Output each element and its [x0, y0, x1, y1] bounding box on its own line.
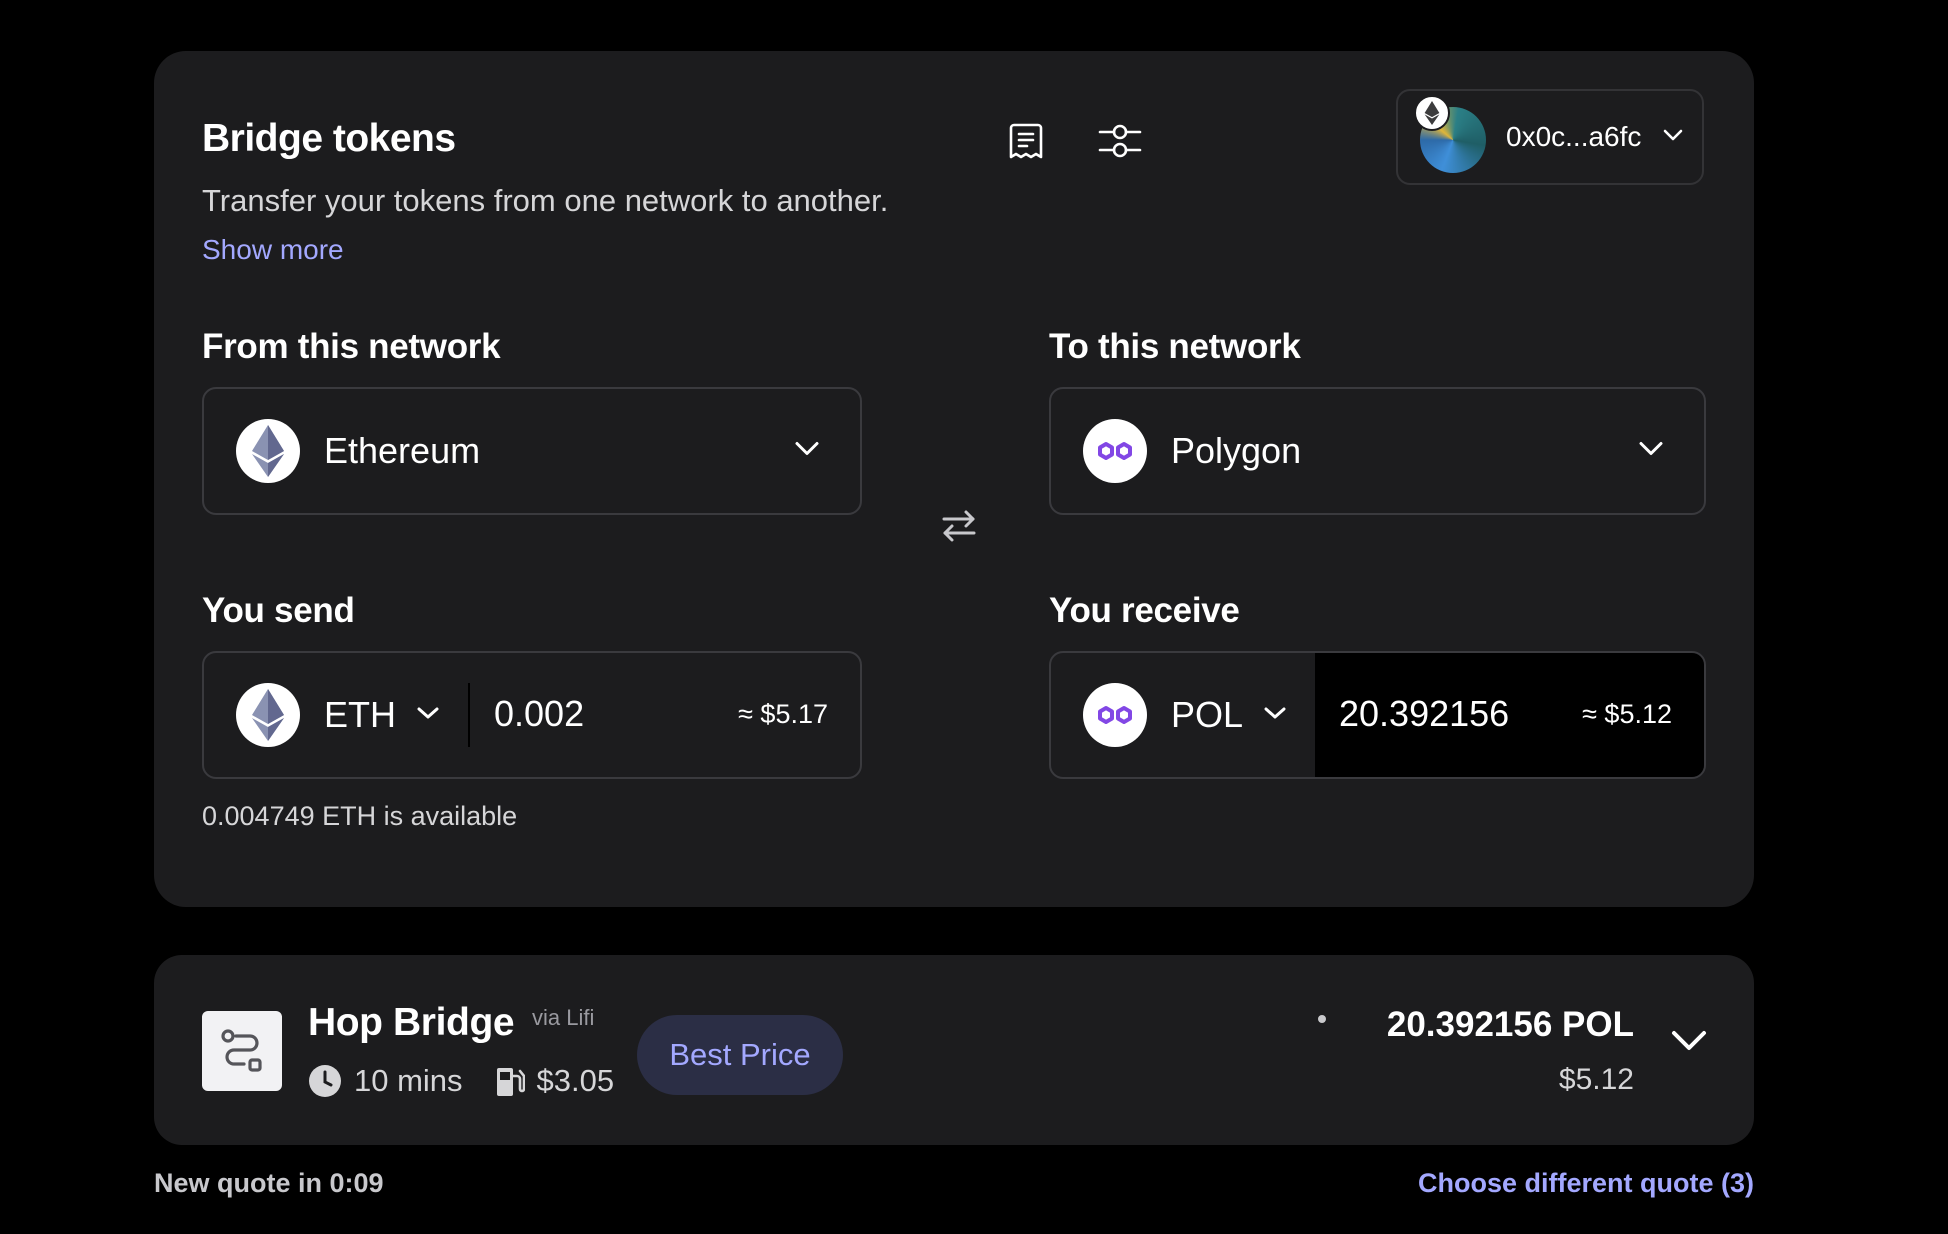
- page-subtitle: Transfer your tokens from one network to…: [202, 183, 889, 218]
- receive-usd-value: ≈ $5.12: [1582, 699, 1672, 729]
- gas-fee: $3.05: [536, 1063, 615, 1098]
- bridge-card: Bridge tokens Transfer your tokens from …: [154, 51, 1754, 907]
- receive-token-symbol: POL: [1171, 694, 1244, 735]
- quote-usd: $5.12: [1558, 1063, 1634, 1096]
- settings-sliders-icon[interactable]: [1094, 115, 1146, 167]
- receive-amount-field: 20.392156 ≈ $5.12: [1315, 653, 1704, 777]
- receive-amount-box: POL 20.392156 ≈ $5.12: [1049, 651, 1706, 779]
- ethereum-icon: [1414, 95, 1450, 131]
- chevron-down-icon: [1663, 128, 1683, 146]
- best-price-badge: Best Price: [637, 1015, 843, 1095]
- gas-pump-icon: [495, 1064, 525, 1098]
- available-balance: 0.004749 ETH is available: [202, 801, 518, 831]
- polygon-icon: [1083, 419, 1147, 483]
- chevron-down-icon: [1263, 706, 1287, 725]
- from-network-label: From this network: [202, 327, 501, 366]
- clock-icon: [308, 1064, 342, 1098]
- send-token-symbol: ETH: [324, 694, 396, 735]
- send-usd-value: ≈ $5.17: [738, 699, 828, 729]
- bridge-name: Hop Bridge: [308, 1001, 515, 1044]
- status-dot: [1318, 1015, 1326, 1023]
- send-amount-input[interactable]: 0.002: [494, 693, 584, 735]
- choose-different-quote-link[interactable]: Choose different quote (3): [1418, 1168, 1754, 1199]
- from-network-name: Ethereum: [324, 430, 481, 471]
- chevron-down-icon: [794, 441, 820, 462]
- quote-card[interactable]: Hop Bridge via Lifi 10 mins $3.05 Best P…: [154, 955, 1754, 1145]
- receive-token-select[interactable]: POL: [1083, 683, 1287, 747]
- send-amount-box: ETH 0.002 ≈ $5.17: [202, 651, 862, 779]
- page-title: Bridge tokens: [202, 117, 456, 160]
- to-network-label: To this network: [1049, 327, 1301, 366]
- receive-label: You receive: [1049, 591, 1240, 630]
- avatar: [1414, 95, 1498, 179]
- quote-meta: 10 mins $3.05: [308, 1063, 614, 1099]
- divider: [468, 683, 470, 747]
- new-quote-timer: New quote in 0:09: [154, 1168, 384, 1198]
- send-label: You send: [202, 591, 355, 630]
- ethereum-icon: [236, 683, 300, 747]
- chevron-down-icon: [1638, 441, 1664, 462]
- chevron-down-icon[interactable]: [1670, 1029, 1708, 1058]
- to-network-name: Polygon: [1171, 430, 1302, 471]
- account-address: 0x0c...a6fc: [1506, 121, 1642, 152]
- quote-amount: 20.392156 POL: [1386, 1005, 1634, 1044]
- account-selector[interactable]: 0x0c...a6fc: [1396, 89, 1704, 185]
- send-token-select[interactable]: ETH: [236, 683, 440, 747]
- route-icon: [202, 1011, 282, 1091]
- via-provider: via Lifi: [532, 1005, 595, 1030]
- from-network-select[interactable]: Ethereum: [202, 387, 862, 515]
- show-more-link[interactable]: Show more: [202, 234, 344, 266]
- to-network-select[interactable]: Polygon: [1049, 387, 1706, 515]
- receipt-icon[interactable]: [1000, 115, 1052, 167]
- chevron-down-icon: [416, 706, 440, 725]
- ethereum-icon: [236, 419, 300, 483]
- estimated-time: 10 mins: [354, 1063, 463, 1098]
- swap-arrows-icon[interactable]: [931, 498, 987, 554]
- polygon-icon: [1083, 683, 1147, 747]
- receive-amount: 20.392156: [1339, 693, 1510, 734]
